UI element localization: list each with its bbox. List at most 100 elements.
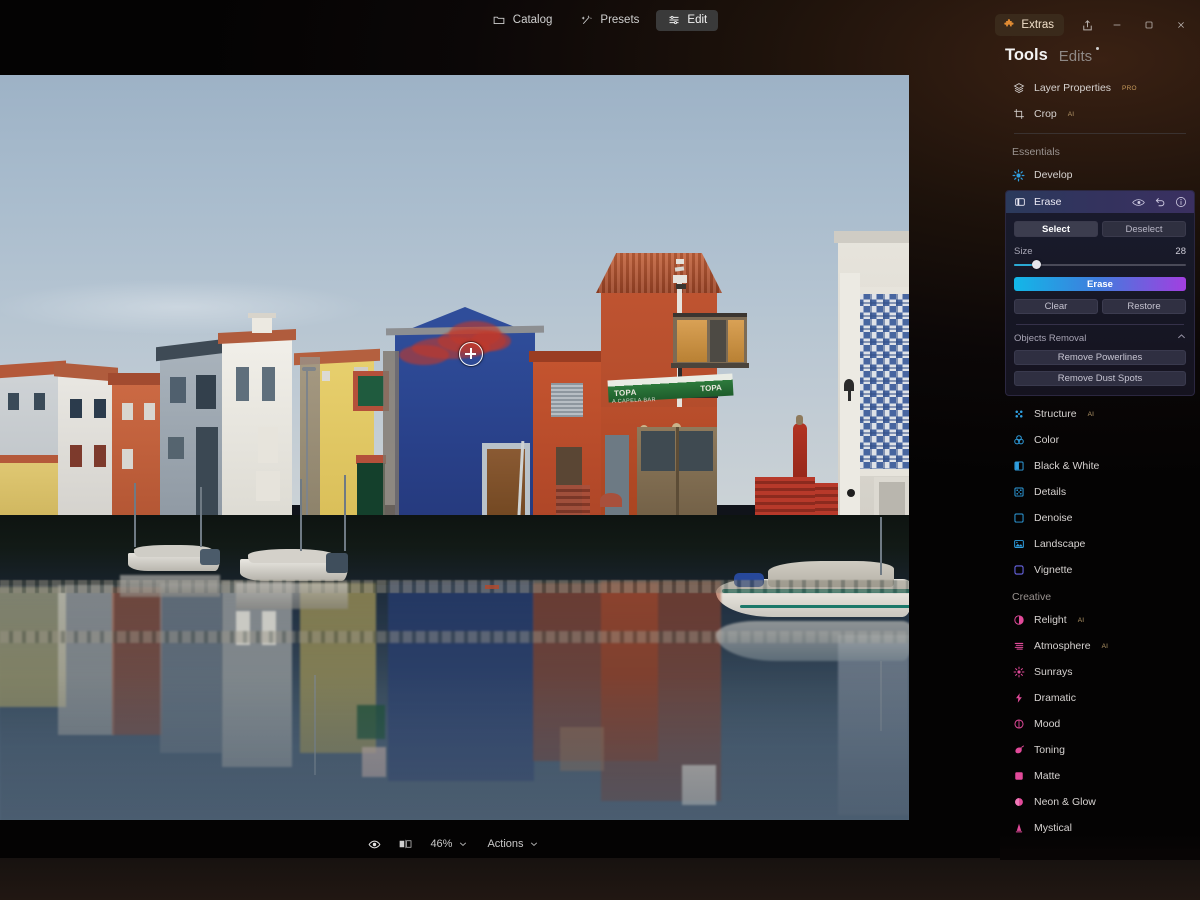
- close-icon: [1175, 19, 1188, 32]
- chevron-down-icon: [456, 838, 469, 851]
- tool-structure[interactable]: Structure AI: [1000, 401, 1200, 427]
- window: [258, 427, 278, 463]
- tab-catalog[interactable]: Catalog: [482, 10, 564, 31]
- tab-edits[interactable]: Edits: [1059, 47, 1100, 65]
- boat-mast: [300, 479, 302, 551]
- boat-mast: [344, 475, 346, 551]
- chevron-down-icon: [528, 838, 541, 851]
- lamp-head: [302, 367, 316, 371]
- tool-crop[interactable]: Crop AI: [1000, 101, 1200, 127]
- window-controls: Extras: [995, 12, 1196, 38]
- sparkle-icon: [580, 14, 593, 27]
- chevron-up-icon[interactable]: [1177, 332, 1186, 344]
- app-root: Catalog Presets Edit Extras TOPA TOPA A …: [0, 0, 1200, 900]
- restore-button[interactable]: Restore: [1102, 299, 1186, 314]
- eye-icon[interactable]: [1132, 196, 1145, 209]
- before-after-toggle[interactable]: [399, 838, 412, 851]
- tool-dramatic[interactable]: Dramatic: [1000, 685, 1200, 711]
- tool-develop-label: Develop: [1034, 169, 1073, 181]
- size-slider[interactable]: [1014, 260, 1186, 269]
- tool-matte[interactable]: Matte: [1000, 763, 1200, 789]
- wall-fixture: [847, 489, 855, 497]
- maximize-button[interactable]: [1134, 12, 1164, 38]
- tool-label: Relight: [1034, 614, 1067, 626]
- window: [256, 471, 280, 501]
- tool-atmosphere[interactable]: Atmosphere AI: [1000, 633, 1200, 659]
- lamp-post: [306, 369, 308, 529]
- compare-toggle[interactable]: [368, 838, 381, 851]
- tab-presets-label: Presets: [600, 14, 640, 26]
- stone-pillar-left: [300, 357, 320, 529]
- size-slider-handle[interactable]: [1031, 260, 1041, 269]
- tile-band-bottom: [855, 469, 909, 476]
- tool-toning[interactable]: Toning: [1000, 737, 1200, 763]
- puzzle-piece-icon: [1002, 19, 1015, 32]
- dramatic-icon: [1012, 692, 1025, 705]
- deselect-button[interactable]: Deselect: [1102, 221, 1186, 237]
- actions-menu[interactable]: Actions: [487, 838, 540, 851]
- info-icon[interactable]: [1174, 196, 1187, 209]
- size-slider-labels: Size 28: [1014, 246, 1186, 257]
- tool-sunrays[interactable]: Sunrays: [1000, 659, 1200, 685]
- share-button[interactable]: [1074, 12, 1100, 38]
- close-button[interactable]: [1166, 12, 1196, 38]
- tool-denoise[interactable]: Denoise: [1000, 505, 1200, 531]
- boat-cover: [248, 549, 334, 563]
- clear-button[interactable]: Clear: [1014, 299, 1098, 314]
- tab-edit[interactable]: Edit: [656, 9, 719, 31]
- window: [94, 445, 106, 467]
- window: [236, 367, 249, 401]
- image-canvas[interactable]: TOPA TOPA A CAPELA BAR: [0, 75, 909, 820]
- remove-powerlines-button[interactable]: Remove Powerlines: [1014, 350, 1186, 365]
- window: [34, 393, 45, 410]
- ai-badge: AI: [1077, 616, 1085, 624]
- tab-presets[interactable]: Presets: [569, 10, 650, 31]
- door-glass-right: [679, 431, 713, 471]
- awning-brand-text-right: TOPA: [700, 383, 723, 394]
- erase-button[interactable]: Erase: [1014, 277, 1186, 291]
- objects-removal-header[interactable]: Objects Removal: [1014, 332, 1186, 344]
- details-icon: [1012, 486, 1025, 499]
- tool-neon-glow[interactable]: Neon & Glow: [1000, 789, 1200, 815]
- tool-label: Dramatic: [1034, 692, 1077, 704]
- window: [122, 403, 133, 420]
- landscape-icon: [1012, 538, 1025, 551]
- crop-icon: [1012, 108, 1025, 121]
- boat-mast: [134, 483, 136, 547]
- select-button[interactable]: Select: [1014, 221, 1098, 237]
- minimize-button[interactable]: [1102, 12, 1132, 38]
- section-title-creative: Creative: [1012, 591, 1052, 603]
- stone-pillar-blue: [383, 351, 399, 529]
- window: [70, 399, 82, 418]
- tool-mystical[interactable]: Mystical: [1000, 815, 1200, 841]
- tool-vignette[interactable]: Vignette: [1000, 557, 1200, 583]
- tool-landscape[interactable]: Landscape: [1000, 531, 1200, 557]
- section-title-essentials: Essentials: [1012, 146, 1060, 158]
- remove-dust-spots-button[interactable]: Remove Dust Spots: [1014, 371, 1186, 386]
- tool-details[interactable]: Details: [1000, 479, 1200, 505]
- extras-label: Extras: [1021, 19, 1054, 31]
- zoom-level-selector[interactable]: 46%: [430, 838, 469, 851]
- tool-label: Details: [1034, 486, 1067, 498]
- undo-icon[interactable]: [1153, 196, 1166, 209]
- tool-black-white[interactable]: Black & White: [1000, 453, 1200, 479]
- window: [144, 403, 155, 420]
- eye-icon: [368, 838, 381, 851]
- tool-develop[interactable]: Develop: [1000, 162, 1200, 188]
- extras-button[interactable]: Extras: [995, 14, 1064, 36]
- erase-header-actions: [1132, 196, 1187, 209]
- tile-band-top: [855, 287, 909, 294]
- essentials-tool-list: Structure AI Color Black & White Details Deno…: [1000, 401, 1200, 583]
- tool-mood[interactable]: Mood: [1000, 711, 1200, 737]
- tool-relight[interactable]: Relight AI: [1000, 607, 1200, 633]
- sunrays-icon: [1012, 666, 1025, 679]
- tool-layer-properties[interactable]: Layer Properties PRO: [1000, 75, 1200, 101]
- erase-panel-header[interactable]: Erase: [1006, 191, 1194, 213]
- tool-color[interactable]: Color: [1000, 427, 1200, 453]
- boat-left: [128, 545, 220, 571]
- boat-middle: [240, 549, 348, 581]
